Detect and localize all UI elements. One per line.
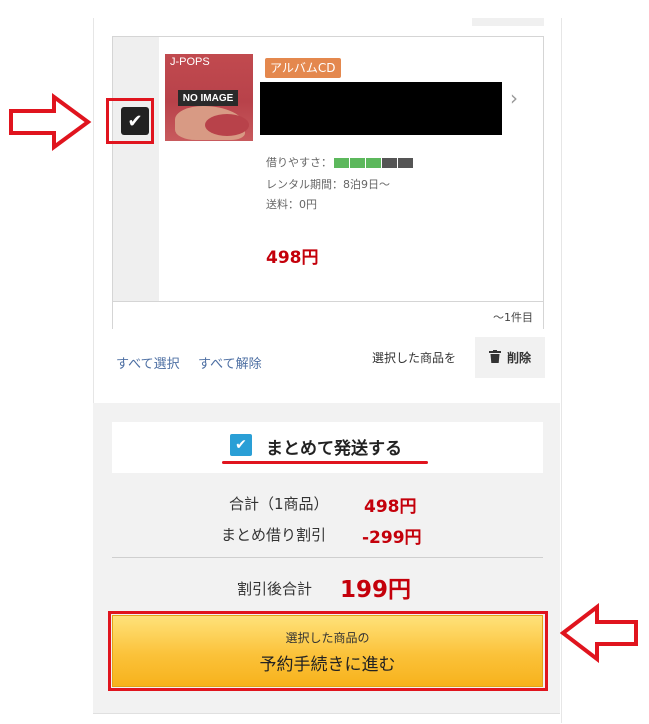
item-price: 498円 [266, 248, 319, 268]
discount-label: まとめ借り割引 [221, 526, 327, 544]
no-image-label: NO IMAGE [178, 90, 238, 106]
ease-meter-segment [334, 158, 349, 168]
ease-label: 借りやすさ： [266, 156, 332, 169]
ease-meter-segment [382, 158, 397, 168]
item-check-column: ✔ [113, 37, 159, 301]
summary-divider [112, 557, 543, 558]
highlight-cta [108, 611, 548, 691]
trash-icon [488, 349, 501, 366]
select-all-link[interactable]: すべて選択 [116, 353, 180, 372]
rental-period: レンタル期間：8泊9日〜 [266, 178, 390, 191]
item-title-redacted[interactable] [260, 82, 502, 135]
subtotal-value: 498円 [364, 497, 417, 517]
total-value: 199円 [340, 577, 412, 603]
discount-value: -299円 [362, 528, 422, 548]
highlight-checkbox [106, 98, 154, 144]
ease-meter-segment [350, 158, 365, 168]
delete-label: 削除 [506, 351, 531, 365]
item-count: 〜1件目 [493, 311, 533, 324]
guitar-graphic-body [205, 114, 249, 136]
album-thumbnail[interactable]: J-POPS NO IMAGE [165, 54, 253, 141]
bundle-underline-highlight [222, 461, 428, 464]
bundle-checkbox[interactable]: ✔ [230, 434, 252, 456]
deselect-all-link[interactable]: すべて解除 [198, 353, 262, 372]
ease-meter [334, 158, 413, 168]
ease-meter-segment [398, 158, 413, 168]
top-tab [472, 18, 544, 26]
check-icon: ✔ [235, 437, 247, 453]
ease-meter-segment [366, 158, 381, 168]
chevron-right-icon[interactable]: › [510, 86, 518, 110]
subtotal-label: 合計（1商品） [229, 495, 329, 513]
format-badge: アルバムCD [265, 58, 341, 78]
panel-bottom [93, 713, 560, 724]
shipping-fee: 送料：0円 [266, 198, 317, 211]
thumbnail-genre: J-POPS [170, 56, 210, 68]
total-label: 割引後合計 [237, 580, 313, 598]
selected-items-label: 選択した商品を [372, 351, 457, 365]
item-footer: 〜1件目 [113, 301, 543, 330]
arrow-left-icon [560, 603, 638, 663]
bundle-shipping-label: まとめて発送する [266, 439, 402, 459]
arrow-right-icon [9, 93, 92, 151]
delete-button[interactable]: 削除 [475, 337, 545, 378]
ease-of-rental: 借りやすさ： [266, 154, 413, 170]
